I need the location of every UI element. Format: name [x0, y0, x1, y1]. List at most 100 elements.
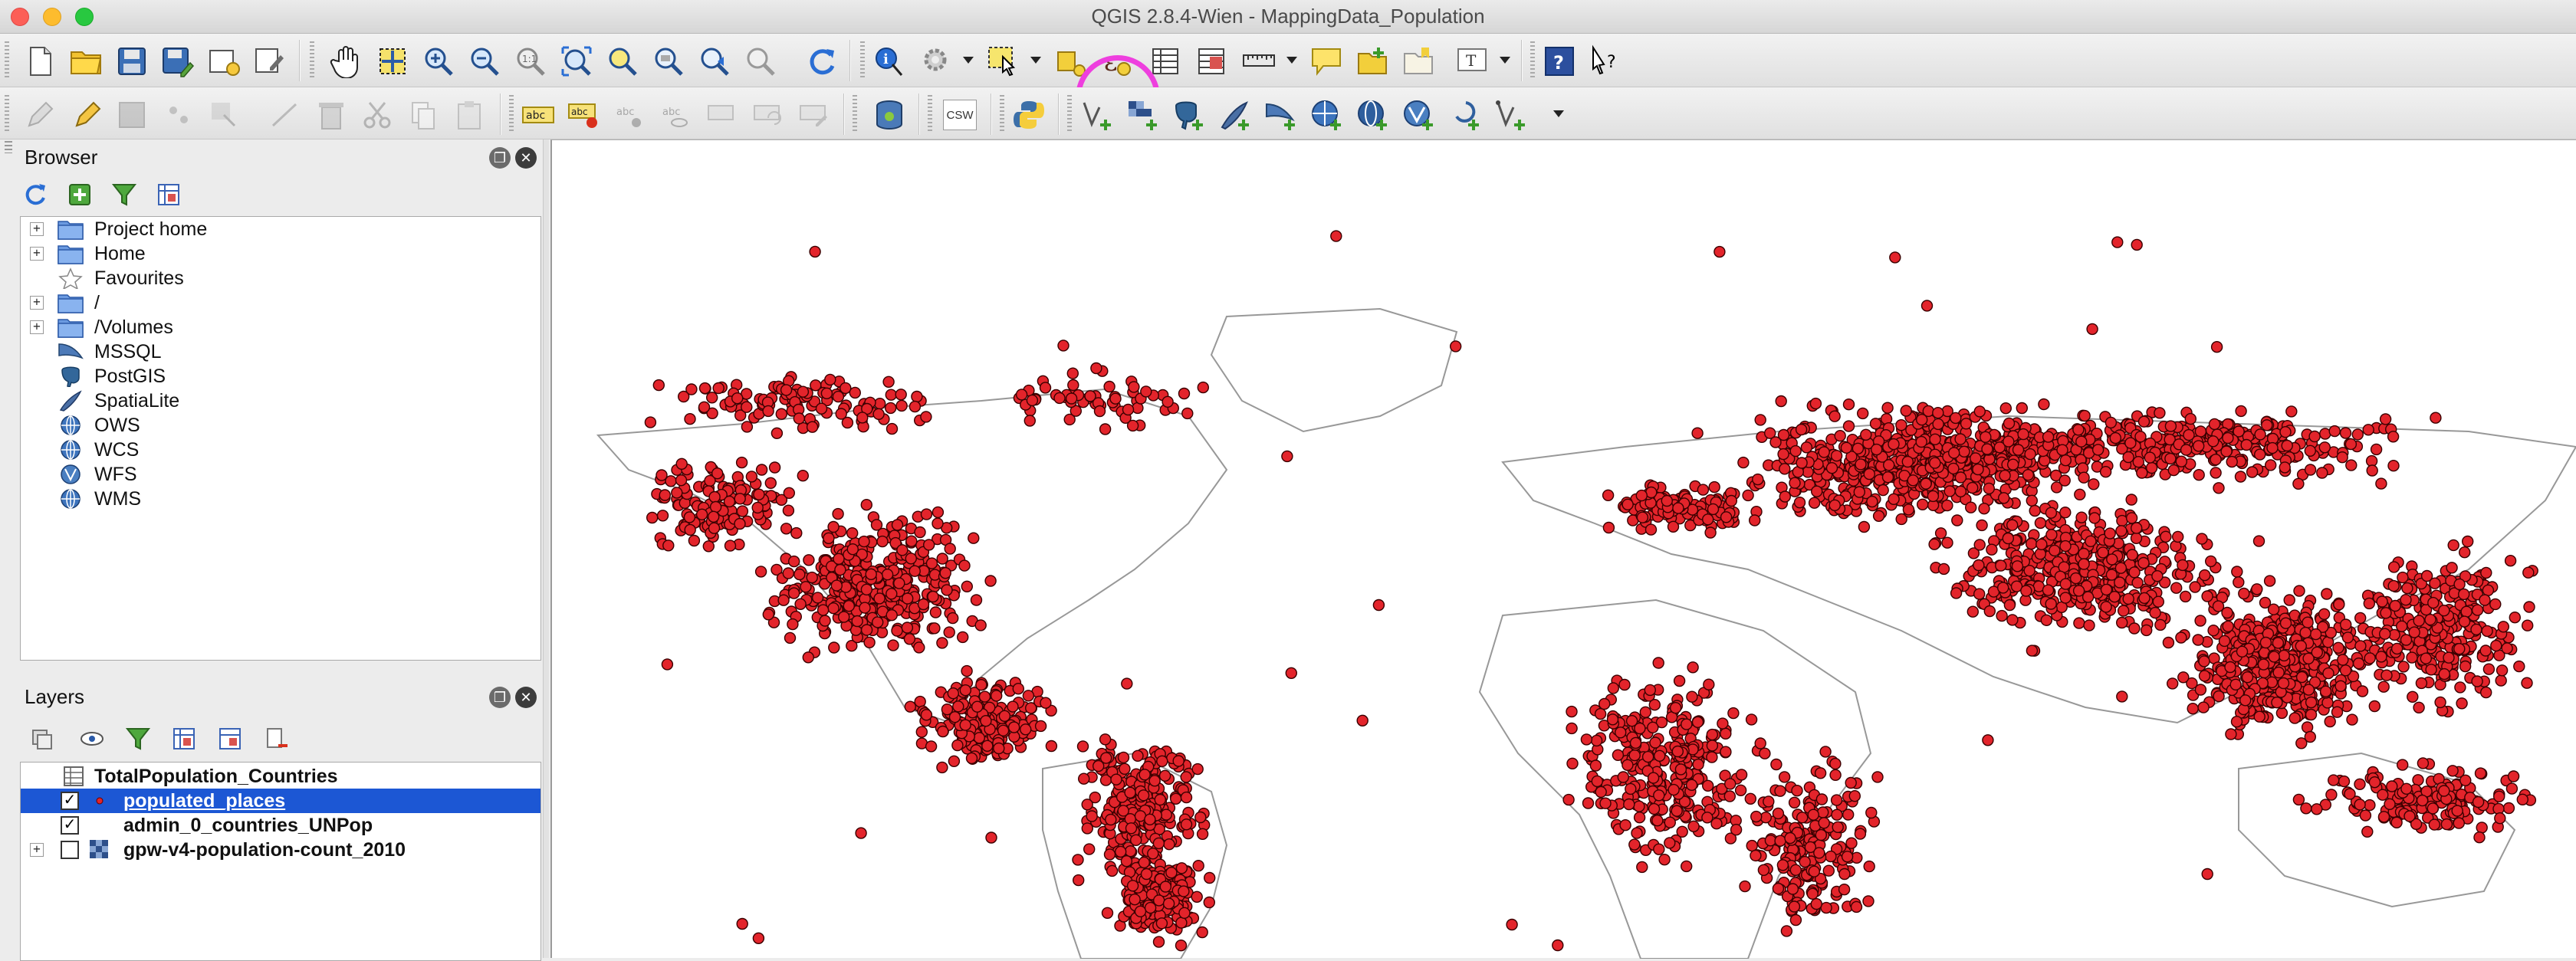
add-wfs-layer-button[interactable]	[1400, 97, 1437, 133]
save-project-button[interactable]	[113, 43, 150, 80]
expand-toggle[interactable]: +	[30, 222, 44, 236]
zoom-to-layer-button[interactable]	[650, 43, 687, 80]
measure-line-button[interactable]	[1240, 43, 1277, 80]
new-project-button[interactable]	[21, 43, 58, 80]
new-print-composer-button[interactable]	[205, 43, 242, 80]
copy-features-button[interactable]	[405, 97, 442, 133]
move-label-button[interactable]	[704, 97, 741, 133]
layer-item-admin-0-countries-unpop[interactable]: ✓ admin_0_countries_UNPop	[21, 813, 540, 838]
panel-splitter[interactable]	[543, 139, 549, 958]
toolbar-grip[interactable]	[5, 41, 9, 80]
add-wms-layer-button[interactable]	[1308, 97, 1345, 133]
close-panel-button[interactable]: ✕	[515, 147, 537, 169]
browser-collapse-all-button[interactable]	[153, 179, 184, 210]
layer-visibility-checkbox[interactable]: ✓	[61, 792, 79, 810]
toolbar-grip[interactable]	[1067, 95, 1072, 133]
db-manager-button[interactable]	[871, 97, 908, 133]
expand-toggle[interactable]: +	[30, 320, 44, 334]
paste-features-button[interactable]	[451, 97, 488, 133]
browser-item-wcs[interactable]: WCS	[21, 438, 540, 462]
toolbar-grip[interactable]	[1530, 41, 1535, 80]
toolbar-grip[interactable]	[1000, 95, 1004, 133]
browser-item-mssql[interactable]: MSSQL	[21, 339, 540, 364]
close-panel-button[interactable]: ✕	[515, 687, 537, 708]
browser-item-wms[interactable]: WMS	[21, 487, 540, 511]
metasearch-csw-button[interactable]: CSW	[941, 97, 978, 133]
select-features-button[interactable]	[984, 43, 1021, 80]
add-mssql-layer-button[interactable]	[1262, 97, 1299, 133]
zoom-to-selection-button[interactable]	[604, 43, 641, 80]
browser-item-spatialite[interactable]: SpatiaLite	[21, 389, 540, 413]
toolbar-grip[interactable]	[509, 95, 514, 133]
new-bookmark-button[interactable]	[1354, 43, 1391, 80]
chevron-down-icon[interactable]	[1030, 57, 1041, 64]
pan-map-button[interactable]	[328, 43, 365, 80]
zoom-last-button[interactable]	[696, 43, 733, 80]
chevron-down-icon[interactable]	[963, 57, 974, 64]
zoom-in-button[interactable]	[420, 43, 457, 80]
add-postgis-layer-button[interactable]	[1170, 97, 1207, 133]
run-feature-action-button[interactable]	[918, 43, 955, 80]
browser-item-favourites[interactable]: Favourites	[21, 266, 540, 290]
layer-item-populated-places[interactable]: ✓ populated_places	[21, 789, 540, 813]
zoom-out-button[interactable]	[466, 43, 503, 80]
layer-visibility-checkbox[interactable]	[61, 841, 79, 859]
add-spatialite-layer-button[interactable]	[1216, 97, 1253, 133]
whats-this-button[interactable]: ?	[1587, 43, 1624, 80]
cut-features-button[interactable]	[359, 97, 396, 133]
add-raster-layer-button[interactable]	[1124, 97, 1161, 133]
browser-item-[interactable]: + /	[21, 290, 540, 315]
toolbar-grip[interactable]	[928, 95, 932, 133]
add-feature-button[interactable]	[159, 97, 196, 133]
add-vector-layer-button[interactable]	[1078, 97, 1115, 133]
layer-labeling-button[interactable]: abc	[520, 97, 557, 133]
node-tool-button[interactable]	[267, 97, 304, 133]
expand-toggle[interactable]: +	[30, 843, 44, 857]
chevron-down-icon[interactable]	[1553, 110, 1564, 117]
open-field-calculator-button[interactable]	[1193, 43, 1230, 80]
identify-features-button[interactable]: i	[871, 43, 908, 80]
zoom-full-button[interactable]	[558, 43, 595, 80]
change-label-button[interactable]	[796, 97, 833, 133]
show-hide-labels-button[interactable]: abc	[658, 97, 695, 133]
chevron-down-icon[interactable]	[1286, 57, 1297, 64]
add-delimited-text-layer-button[interactable]	[1446, 97, 1483, 133]
toolbar-grip[interactable]	[5, 95, 9, 133]
layer-item-totalpopulation-countries[interactable]: TotalPopulation_Countries	[21, 764, 540, 789]
rotate-label-button[interactable]	[750, 97, 787, 133]
layers-remove-button[interactable]	[261, 723, 291, 754]
browser-filter-button[interactable]	[109, 179, 140, 210]
python-console-button[interactable]	[1010, 97, 1047, 133]
layer-visibility-checkbox[interactable]: ✓	[61, 816, 79, 835]
pan-to-selection-button[interactable]	[374, 43, 411, 80]
composer-manager-button[interactable]	[251, 43, 288, 80]
chevron-down-icon[interactable]	[1500, 57, 1510, 64]
layers-expand-all-button[interactable]	[169, 723, 199, 754]
layers-collapse-all-button[interactable]	[215, 723, 245, 754]
help-contents-button[interactable]: ?	[1541, 43, 1578, 80]
toggle-editing-button[interactable]	[67, 97, 104, 133]
zoom-native-button[interactable]: 1:1	[512, 43, 549, 80]
expand-toggle[interactable]: +	[30, 296, 44, 310]
browser-item-project-home[interactable]: + Project home	[21, 217, 540, 241]
save-as-button[interactable]	[159, 43, 196, 80]
show-map-tips-button[interactable]	[1308, 43, 1345, 80]
browser-add-selected-button[interactable]	[64, 179, 95, 210]
browser-item-postgis[interactable]: PostGIS	[21, 364, 540, 389]
browser-item-home[interactable]: + Home	[21, 241, 540, 266]
layers-add-group-button[interactable]	[26, 723, 57, 754]
dock-grip[interactable]	[5, 141, 12, 153]
save-layer-edits-button[interactable]	[113, 97, 150, 133]
float-panel-button[interactable]: ❐	[489, 687, 511, 708]
add-wcs-layer-button[interactable]	[1354, 97, 1391, 133]
current-edits-button[interactable]	[21, 97, 58, 133]
zoom-next-button[interactable]	[742, 43, 779, 80]
layers-filter-button[interactable]	[123, 723, 153, 754]
browser-item-ows[interactable]: OWS	[21, 413, 540, 438]
new-shapefile-layer-button[interactable]	[1492, 97, 1529, 133]
toolbar-grip[interactable]	[860, 41, 865, 80]
show-bookmarks-button[interactable]	[1400, 43, 1437, 80]
layers-visibility-button[interactable]	[77, 723, 107, 754]
float-panel-button[interactable]: ❐	[489, 147, 511, 169]
toolbar-grip[interactable]	[310, 41, 314, 80]
